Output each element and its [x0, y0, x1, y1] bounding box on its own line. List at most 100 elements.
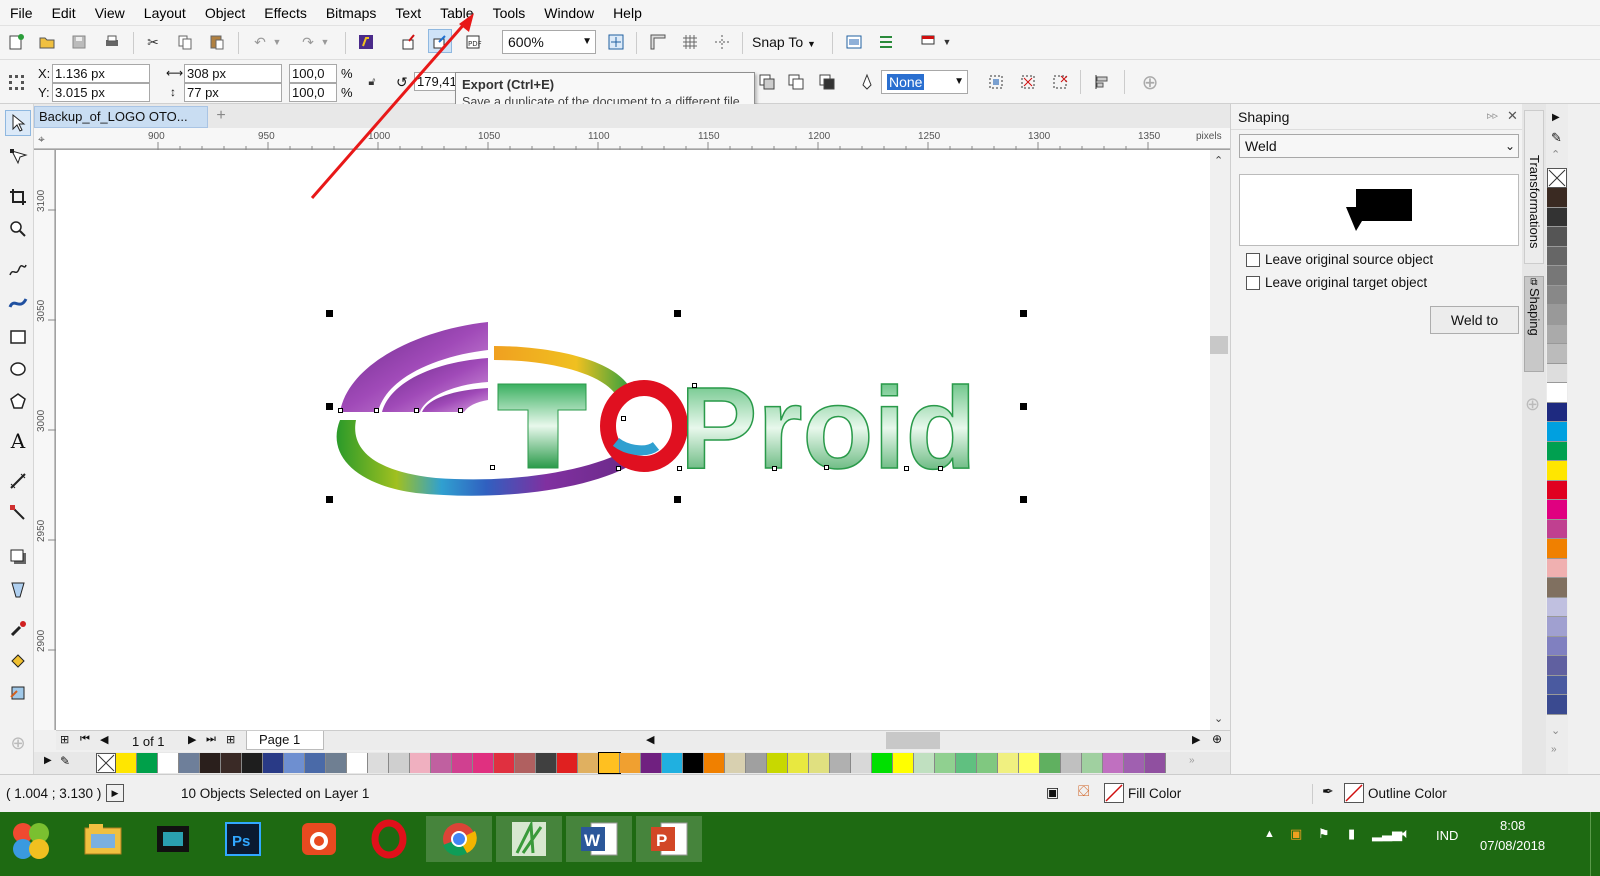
add-page-icon[interactable]: ⊞ [60, 733, 69, 746]
tray-flag-icon[interactable]: ⚑ [1318, 826, 1330, 842]
color-swatch[interactable] [1547, 695, 1567, 715]
color-swatch[interactable] [578, 753, 599, 773]
menu-item-edit[interactable]: Edit [52, 5, 76, 21]
color-swatch[interactable] [515, 753, 536, 773]
scroll-left-icon[interactable]: ◀ [646, 733, 654, 746]
save-icon[interactable] [67, 30, 91, 54]
color-swatch[interactable] [641, 753, 662, 773]
add-tool-icon[interactable]: ⊕ [5, 730, 31, 756]
color-swatch[interactable] [1547, 558, 1567, 578]
previous-page-icon[interactable]: ◀ [100, 733, 108, 746]
color-swatch[interactable] [598, 752, 621, 774]
pick-tool-icon[interactable] [5, 110, 31, 136]
color-swatch[interactable] [1547, 441, 1567, 461]
color-swatch[interactable] [1547, 480, 1567, 500]
color-swatch[interactable] [893, 753, 914, 773]
transparency-tool-icon[interactable] [5, 576, 31, 602]
intersect-shape-icon[interactable] [815, 70, 839, 94]
y-position-field[interactable]: 3.015 px [52, 83, 150, 102]
object-origin-icon[interactable] [4, 70, 28, 94]
object-node[interactable] [772, 466, 777, 471]
color-swatch[interactable] [1547, 246, 1567, 266]
color-swatch[interactable] [809, 753, 830, 773]
object-node[interactable] [621, 416, 626, 421]
palette-expand-icon[interactable]: » [1551, 744, 1557, 755]
chevron-down-icon[interactable]: ⌄ [1551, 724, 1560, 737]
ungroup-all-icon[interactable] [1048, 70, 1072, 94]
new-tab-icon[interactable]: + [212, 106, 230, 126]
object-node[interactable] [904, 466, 909, 471]
connector-tool-icon[interactable] [5, 500, 31, 526]
selection-handle[interactable] [674, 310, 681, 317]
selection-handle[interactable] [674, 496, 681, 503]
fill-swatch[interactable] [1104, 783, 1124, 803]
color-swatch[interactable] [284, 753, 305, 773]
open-icon[interactable] [35, 30, 59, 54]
taskbar-video-app[interactable] [140, 816, 206, 862]
selection-handle[interactable] [1020, 310, 1027, 317]
color-swatch[interactable] [1061, 753, 1082, 773]
object-node[interactable] [374, 408, 379, 413]
outline-width-dropdown[interactable]: None ▼ [881, 70, 968, 94]
chevron-up-icon[interactable]: ⌃ [1551, 148, 1560, 161]
x-position-field[interactable]: 1.136 px [52, 64, 150, 83]
color-swatch[interactable] [1547, 636, 1567, 656]
object-node[interactable] [692, 383, 697, 388]
undo-dropdown-icon[interactable]: ▼ [270, 30, 284, 54]
group-icon[interactable] [984, 70, 1008, 94]
color-swatch[interactable] [1145, 753, 1166, 773]
color-swatch[interactable] [1547, 344, 1567, 364]
menu-item-tools[interactable]: Tools [493, 5, 526, 21]
scroll-right-icon[interactable]: ▶ [1192, 733, 1200, 746]
color-swatch[interactable] [1103, 753, 1124, 773]
object-node[interactable] [338, 408, 343, 413]
menu-item-window[interactable]: Window [544, 5, 594, 21]
color-swatch[interactable] [116, 753, 137, 773]
copy-icon[interactable] [173, 30, 197, 54]
color-swatch[interactable] [1019, 753, 1040, 773]
color-swatch[interactable] [1547, 402, 1567, 422]
crop-tool-icon[interactable] [5, 184, 31, 210]
polygon-tool-icon[interactable] [5, 388, 31, 414]
color-swatch[interactable] [326, 753, 347, 773]
outline-swatch[interactable] [1344, 783, 1364, 803]
trim-shape-icon[interactable] [784, 70, 808, 94]
page-tab[interactable]: Page 1 [246, 731, 324, 750]
color-swatch[interactable] [1547, 422, 1567, 442]
color-swatch[interactable] [137, 753, 158, 773]
taskbar-opera[interactable] [356, 816, 422, 862]
taskbar-powerpoint[interactable]: P [636, 816, 702, 862]
parallel-dimension-icon[interactable] [5, 468, 31, 494]
color-swatch[interactable] [998, 753, 1019, 773]
color-swatch[interactable] [347, 753, 368, 773]
color-swatch[interactable] [1547, 617, 1567, 637]
color-swatch[interactable] [914, 753, 935, 773]
color-swatch[interactable] [1040, 753, 1061, 773]
color-swatch[interactable] [725, 753, 746, 773]
welcome-screen-icon[interactable] [842, 30, 866, 54]
color-swatch[interactable] [1547, 227, 1567, 247]
document-tab[interactable]: Backup_of_LOGO OTO... [34, 106, 208, 128]
drawing-canvas[interactable]: Proid [56, 13, 1210, 730]
paste-icon[interactable] [205, 30, 229, 54]
shaping-mode-dropdown[interactable]: Weld ⌄ [1239, 134, 1519, 158]
ungroup-icon[interactable] [1016, 70, 1040, 94]
selection-handle[interactable] [326, 310, 333, 317]
vertical-scrollbar[interactable]: ⌃ ⌄ [1210, 150, 1230, 730]
color-swatch[interactable] [389, 753, 410, 773]
logo-artwork[interactable]: Proid [56, 150, 1210, 730]
network-signal-icon[interactable]: ▂▃▅ [1372, 826, 1402, 842]
color-swatch[interactable] [536, 753, 557, 773]
menu-item-text[interactable]: Text [395, 5, 421, 21]
show-grid-icon[interactable] [678, 30, 702, 54]
color-swatch[interactable] [704, 753, 725, 773]
start-button[interactable] [8, 818, 54, 867]
menu-item-view[interactable]: View [95, 5, 125, 21]
play-icon[interactable]: ▶ [106, 784, 124, 802]
object-node[interactable] [616, 466, 621, 471]
color-swatch[interactable] [1082, 753, 1103, 773]
language-indicator[interactable]: IND [1436, 828, 1458, 843]
selection-handle[interactable] [326, 496, 333, 503]
palette-scroll-icon[interactable]: » [1189, 755, 1195, 766]
freehand-tool-icon[interactable] [5, 258, 31, 284]
